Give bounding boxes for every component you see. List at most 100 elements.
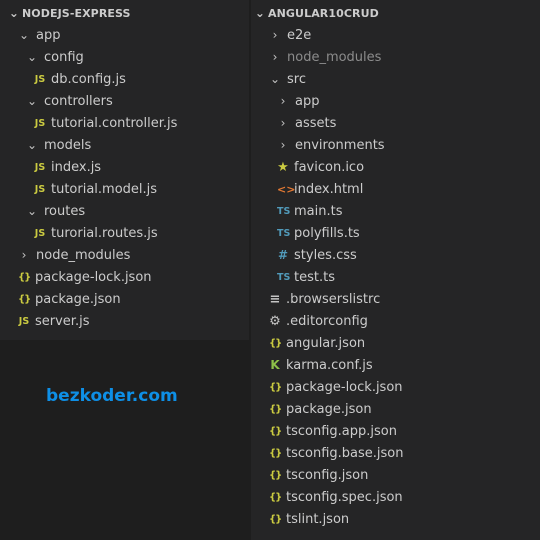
folder-item[interactable]: ⌄ config	[26, 46, 84, 68]
file-item[interactable]: TS polyfills.ts	[277, 222, 360, 244]
karma-icon: K	[270, 358, 280, 372]
file-item[interactable]: {} tsconfig.json	[269, 464, 368, 486]
item-label: package.json	[35, 291, 121, 307]
chevron-down-icon: ⌄	[254, 6, 266, 20]
css-file-icon: #	[277, 248, 289, 262]
folder-item[interactable]: ⌄ controllers	[26, 90, 113, 112]
file-item[interactable]: {} angular.json	[269, 332, 365, 354]
folder-item[interactable]: › assets	[277, 112, 337, 134]
chevron-right-icon: ›	[280, 138, 286, 152]
file-item[interactable]: JS server.js	[18, 310, 90, 332]
folder-item[interactable]: ⌄ src	[269, 68, 306, 90]
file-item[interactable]: JS turorial.routes.js	[34, 222, 158, 244]
item-label: index.js	[51, 159, 102, 175]
item-label: tsconfig.json	[286, 467, 369, 483]
item-label: package-lock.json	[35, 269, 152, 285]
folder-item[interactable]: ⌄ models	[26, 134, 91, 156]
javascript-file-icon: JS	[34, 183, 46, 195]
explorer-root-header[interactable]: ⌄ NODEJS-EXPRESS	[8, 4, 131, 22]
item-label: config	[44, 49, 84, 65]
item-label: turorial.routes.js	[51, 225, 158, 241]
json-file-icon: {}	[269, 491, 282, 503]
json-file-icon: {}	[18, 271, 31, 283]
item-label: .browserslistrc	[286, 291, 381, 307]
chevron-right-icon: ›	[280, 94, 286, 108]
file-item[interactable]: TS main.ts	[277, 200, 342, 222]
folder-item[interactable]: ⌄ app	[18, 24, 61, 46]
item-label: tsconfig.base.json	[286, 445, 404, 461]
file-item[interactable]: {} tsconfig.app.json	[269, 420, 397, 442]
file-item[interactable]: {} package-lock.json	[269, 376, 403, 398]
file-item[interactable]: ★ favicon.ico	[277, 156, 364, 178]
file-item[interactable]: JS db.config.js	[34, 68, 126, 90]
root-folder-name: ANGULAR10CRUD	[268, 7, 379, 20]
folder-item[interactable]: › app	[277, 90, 320, 112]
file-item[interactable]: JS index.js	[34, 156, 101, 178]
item-label: app	[295, 93, 320, 109]
folder-item[interactable]: › environments	[277, 134, 385, 156]
typescript-file-icon: TS	[277, 227, 291, 239]
item-label: tsconfig.app.json	[286, 423, 397, 439]
watermark-text: bezkoder.com	[46, 386, 178, 406]
item-label: models	[44, 137, 92, 153]
item-label: node_modules	[287, 49, 382, 65]
item-label: .editorconfig	[286, 313, 368, 329]
file-item[interactable]: ≡ .browserslistrc	[269, 288, 381, 310]
file-item[interactable]: <> index.html	[277, 178, 363, 200]
item-label: server.js	[35, 313, 90, 329]
explorer-panel-nodejs-express: ⌄ NODEJS-EXPRESS ⌄ app ⌄ config JS db.config.j…	[0, 0, 249, 340]
item-label: favicon.ico	[294, 159, 365, 175]
file-item[interactable]: {} package-lock.json	[18, 266, 152, 288]
item-label: app	[36, 27, 61, 43]
folder-item[interactable]: ⌄ routes	[26, 200, 85, 222]
file-item[interactable]: {} tslint.json	[269, 508, 349, 530]
file-item[interactable]: JS tutorial.model.js	[34, 178, 157, 200]
file-item[interactable]: {} tsconfig.spec.json	[269, 486, 403, 508]
item-label: tutorial.controller.js	[51, 115, 178, 131]
folder-item[interactable]: › node_modules	[18, 244, 131, 266]
file-item[interactable]: # styles.css	[277, 244, 357, 266]
item-label: package-lock.json	[286, 379, 403, 395]
json-file-icon: {}	[18, 293, 31, 305]
file-item[interactable]: Kkarma.conf.js	[269, 354, 373, 376]
star-icon: ★	[277, 159, 289, 175]
chevron-down-icon: ⌄	[18, 28, 30, 42]
file-item[interactable]: {} tsconfig.base.json	[269, 442, 403, 464]
explorer-root-header[interactable]: ⌄ ANGULAR10CRUD	[254, 4, 379, 22]
json-file-icon: {}	[269, 425, 282, 437]
typescript-file-icon: TS	[277, 271, 291, 283]
explorer-panel-angular10crud: ⌄ ANGULAR10CRUD › e2e › node_modules ⌄ src › app…	[251, 0, 540, 540]
javascript-file-icon: JS	[34, 227, 46, 239]
item-label: test.ts	[294, 269, 335, 285]
file-item[interactable]: JS tutorial.controller.js	[34, 112, 178, 134]
item-label: db.config.js	[51, 71, 126, 87]
json-file-icon: {}	[269, 447, 282, 459]
chevron-right-icon: ›	[280, 116, 286, 130]
item-label: tslint.json	[286, 511, 350, 527]
root-folder-name: NODEJS-EXPRESS	[22, 7, 131, 20]
chevron-right-icon: ›	[21, 248, 27, 262]
item-label: tsconfig.spec.json	[286, 489, 403, 505]
folder-item[interactable]: › node_modules	[269, 46, 382, 68]
folder-item[interactable]: › e2e	[269, 24, 312, 46]
chevron-down-icon: ⌄	[269, 72, 281, 86]
chevron-right-icon: ›	[272, 28, 278, 42]
item-label: src	[287, 71, 306, 87]
item-label: karma.conf.js	[286, 357, 373, 373]
chevron-down-icon: ⌄	[26, 94, 38, 108]
file-item[interactable]: {} package.json	[269, 398, 372, 420]
chevron-down-icon: ⌄	[26, 204, 38, 218]
item-label: index.html	[294, 181, 364, 197]
file-item[interactable]: TS test.ts	[277, 266, 335, 288]
json-file-icon: {}	[269, 337, 282, 349]
javascript-file-icon: JS	[34, 161, 46, 173]
html-file-icon: <>	[277, 182, 296, 196]
item-label: package.json	[286, 401, 372, 417]
file-item[interactable]: ⚙ .editorconfig	[269, 310, 368, 332]
item-label: angular.json	[286, 335, 366, 351]
json-file-icon: {}	[269, 381, 282, 393]
chevron-down-icon: ⌄	[26, 138, 38, 152]
file-item[interactable]: {} package.json	[18, 288, 121, 310]
item-label: e2e	[287, 27, 312, 43]
item-label: node_modules	[36, 247, 131, 263]
